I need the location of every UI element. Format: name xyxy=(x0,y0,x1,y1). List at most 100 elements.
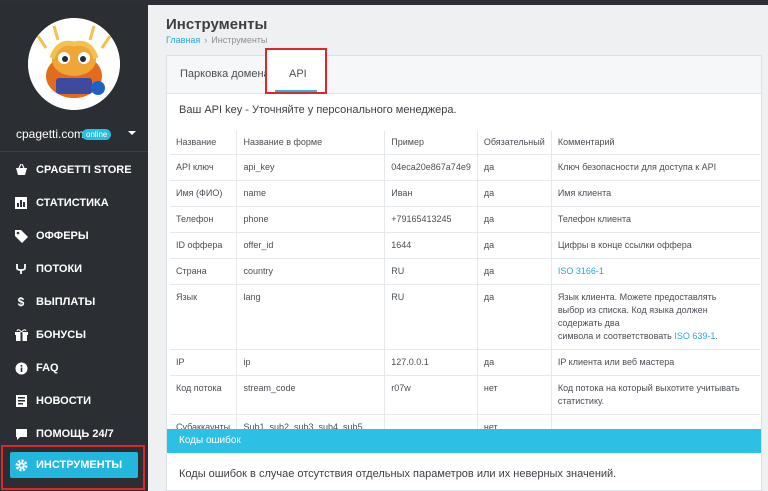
param-required: нет xyxy=(477,375,552,415)
param-name: API ключ xyxy=(170,154,238,181)
sidebar-divider xyxy=(0,151,148,152)
table-header-row: Название Название в форме Пример Обязате… xyxy=(170,131,760,155)
param-comment: Цифры в конце ссылки оффера xyxy=(551,232,760,259)
table-row: ID оффера offer_id 1644 да Цифры в конце… xyxy=(170,232,760,259)
comment-line: Язык клиента. Можете предоставлять xyxy=(557,291,717,302)
param-form-name: ip xyxy=(236,349,386,376)
comment-text: символа и соответствовать xyxy=(557,330,672,341)
error-codes-header: Коды ошибок xyxy=(167,429,761,453)
breadcrumb-separator: › xyxy=(204,35,208,45)
help-icon xyxy=(14,427,28,441)
table-row: IP ip 127.0.0.1 да IP клиента или веб ма… xyxy=(170,349,760,376)
comment-line: статистику. xyxy=(557,395,605,406)
sidebar-item-streams[interactable]: ПОТОКИ xyxy=(10,256,138,282)
sidebar-item-bonuses[interactable]: БОНУСЫ xyxy=(10,322,138,348)
sidebar-item-news[interactable]: НОВОСТИ xyxy=(10,388,138,414)
sidebar-item-label: FAQ xyxy=(36,362,59,374)
sidebar-item-label: СТАТИСТИКА xyxy=(36,197,109,209)
column-header: Комментарий xyxy=(551,131,760,155)
sidebar-item-payouts[interactable]: $ ВЫПЛАТЫ xyxy=(10,289,138,315)
tab-api[interactable]: API xyxy=(289,68,307,80)
param-name: ID оффера xyxy=(170,232,238,259)
param-name: Имя (ФИО) xyxy=(170,180,238,207)
param-comment: Ключ безопасности для доступа к API xyxy=(551,154,760,181)
param-name: Телефон xyxy=(170,206,238,233)
param-example: Иван xyxy=(384,180,478,207)
param-comment: Язык клиента. Можете предоставлять выбор… xyxy=(551,284,760,350)
param-comment: IP клиента или веб мастера xyxy=(551,349,760,376)
highlight-box-tools xyxy=(1,445,145,490)
param-example: 1644 xyxy=(384,232,478,259)
tools-panel: Парковка домена API Ваш API key - Уточня… xyxy=(166,48,762,491)
param-form-name: offer_id xyxy=(236,232,386,259)
api-key-intro: Ваш API key - Уточняйте у персонального … xyxy=(179,104,457,116)
param-example: RU xyxy=(384,284,478,350)
sidebar-item-label: НОВОСТИ xyxy=(36,395,92,407)
param-example: r07w xyxy=(384,375,478,415)
status-badge: online xyxy=(82,129,112,140)
sidebar-item-label: БОНУСЫ xyxy=(36,329,86,341)
param-name: Код потока xyxy=(170,375,238,415)
iso-3166-link[interactable]: ISO 3166-1 xyxy=(558,266,604,276)
param-form-name: phone xyxy=(236,206,386,233)
basket-icon xyxy=(14,163,28,177)
table-row: API ключ api_key 04eca20e867a74e9 да Клю… xyxy=(170,154,760,181)
param-required: да xyxy=(477,180,552,207)
tab-active-indicator xyxy=(275,90,317,92)
param-required: да xyxy=(477,349,552,376)
param-form-name: lang xyxy=(236,284,386,350)
sidebar-item-store[interactable]: CPAGETTI STORE xyxy=(10,157,138,183)
table-row: Код потока stream_code r07w нет Код пото… xyxy=(170,375,760,415)
sidebar-item-statistics[interactable]: СТАТИСТИКА xyxy=(10,190,138,216)
param-required: да xyxy=(477,284,552,350)
sidebar-item-label: ПОТОКИ xyxy=(36,263,83,275)
chart-icon xyxy=(14,196,28,210)
username: cpagetti.com xyxy=(16,127,85,141)
param-comment: Код потока на который выхотите учитывать… xyxy=(551,375,760,415)
column-header: Пример xyxy=(384,131,478,155)
error-codes-description: Коды ошибок в случае отсутствия отдельны… xyxy=(179,468,617,480)
breadcrumb: Главная › Инструменты xyxy=(166,35,267,45)
iso-639-link[interactable]: ISO 639-1 xyxy=(674,331,715,341)
param-required: да xyxy=(477,154,552,181)
sidebar-item-faq[interactable]: FAQ xyxy=(10,355,138,381)
comment-line: содержать два xyxy=(557,317,620,328)
breadcrumb-home[interactable]: Главная xyxy=(166,35,200,45)
table-row: Язык lang RU да Язык клиента. Можете пре… xyxy=(170,284,760,350)
param-example: 04eca20e867a74e9 xyxy=(384,154,478,181)
param-comment: ISO 3166-1 xyxy=(551,258,760,285)
column-header: Обязательный xyxy=(477,131,552,155)
user-menu[interactable]: cpagetti.com online xyxy=(0,123,148,147)
param-form-name: name xyxy=(236,180,386,207)
comment-end: . xyxy=(715,330,718,341)
table-row: Телефон phone +79165413245 да Телефон кл… xyxy=(170,206,760,233)
param-name: IP xyxy=(170,349,238,376)
tab-bar: Парковка домена API xyxy=(167,48,761,94)
column-header: Название xyxy=(170,131,238,155)
sidebar-item-offers[interactable]: ОФФЕРЫ xyxy=(10,223,138,249)
param-form-name: country xyxy=(236,258,386,285)
param-comment: Телефон клиента xyxy=(551,206,760,233)
chevron-down-icon[interactable] xyxy=(128,131,136,135)
param-form-name: api_key xyxy=(236,154,386,181)
tag-icon xyxy=(14,229,28,243)
column-header: Название в форме xyxy=(236,131,386,155)
param-comment: Имя клиента xyxy=(551,180,760,207)
table-row: Страна country RU да ISO 3166-1 xyxy=(170,258,760,285)
gift-icon xyxy=(14,328,28,342)
param-required: да xyxy=(477,232,552,259)
table-row: Имя (ФИО) name Иван да Имя клиента xyxy=(170,180,760,207)
param-required: да xyxy=(477,258,552,285)
breadcrumb-current: Инструменты xyxy=(211,35,268,45)
sidebar-item-help[interactable]: ПОМОЩЬ 24/7 xyxy=(10,421,138,447)
tab-domain-parking[interactable]: Парковка домена xyxy=(180,68,270,80)
sidebar-item-label: ПОМОЩЬ 24/7 xyxy=(36,428,114,440)
param-name: Язык xyxy=(170,284,238,350)
avatar[interactable] xyxy=(28,18,120,110)
sidebar-item-label: ОФФЕРЫ xyxy=(36,230,89,242)
param-required: да xyxy=(477,206,552,233)
sidebar-item-label: ВЫПЛАТЫ xyxy=(36,296,96,308)
api-params-table: Название Название в форме Пример Обязате… xyxy=(170,131,760,441)
param-form-name: stream_code xyxy=(236,375,386,415)
comment-line: символа и соответствовать ISO 639-1. xyxy=(558,330,754,343)
